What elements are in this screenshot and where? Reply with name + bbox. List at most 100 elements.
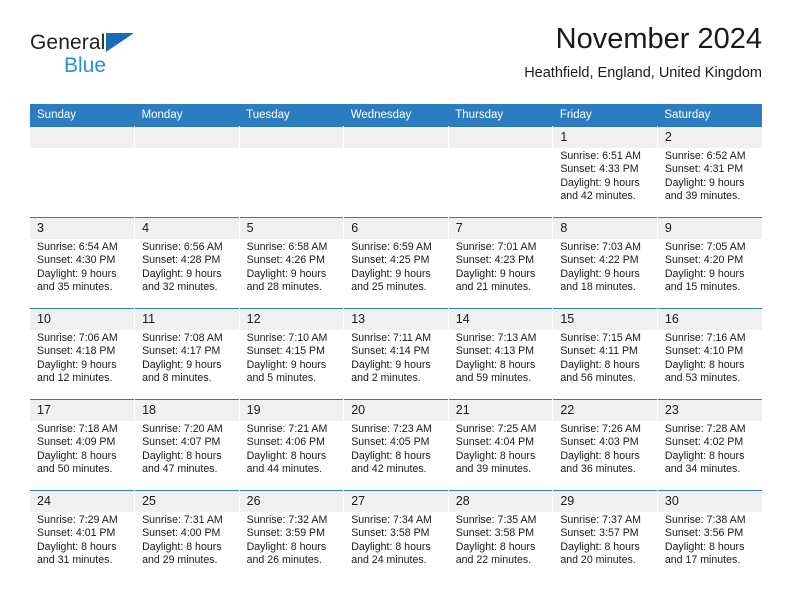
sunset-text: Sunset: 3:58 PM [455,527,535,540]
daylight-text-line1: Daylight: 8 hours [560,358,640,371]
day-cell[interactable]: 16 Sunrise: 7:16 AM Sunset: 4:10 PM Dayl… [657,308,762,400]
sunset-text: Sunset: 4:04 PM [455,436,535,449]
sunset-text: Sunset: 4:17 PM [142,345,221,358]
sunset-text: Sunset: 4:33 PM [560,163,639,176]
day-cell[interactable]: 6 Sunrise: 6:59 AM Sunset: 4:25 PM Dayli… [343,217,449,309]
calendar-week-row: 10 Sunrise: 7:06 AM Sunset: 4:18 PM Dayl… [30,308,762,400]
day-details: Sunrise: 7:21 AM Sunset: 4:06 PM Dayligh… [240,421,344,477]
sunset-text: Sunset: 4:03 PM [560,436,639,449]
calendar-body: 1 Sunrise: 6:51 AM Sunset: 4:33 PM Dayli… [30,126,762,581]
daylight-text-line2: and 44 minutes. [246,463,323,476]
daylight-text-line2: and 50 minutes. [37,463,113,476]
day-number: 6 [344,218,448,239]
day-number: 10 [30,309,135,330]
sunset-text: Sunset: 4:14 PM [351,345,430,358]
sunrise-text: Sunrise: 7:10 AM [246,332,328,344]
day-details: Sunrise: 7:18 AM Sunset: 4:09 PM Dayligh… [30,421,134,477]
day-number [239,127,344,148]
daylight-text-line1: Daylight: 9 hours [37,267,117,280]
day-details: Sunrise: 7:10 AM Sunset: 4:15 PM Dayligh… [240,330,344,386]
sunrise-text: Sunrise: 7:18 AM [37,423,118,435]
daylight-text-line1: Daylight: 8 hours [351,540,431,553]
day-details: Sunrise: 7:23 AM Sunset: 4:05 PM Dayligh… [344,421,448,477]
day-cell[interactable]: 22 Sunrise: 7:26 AM Sunset: 4:03 PM Dayl… [552,399,658,491]
day-cell[interactable]: 21 Sunrise: 7:25 AM Sunset: 4:04 PM Dayl… [448,399,554,491]
sunset-text: Sunset: 4:20 PM [664,254,744,267]
sunrise-text: Sunrise: 7:20 AM [142,423,223,435]
daylight-text-line2: and 20 minutes. [560,554,636,567]
day-cell[interactable]: 7 Sunrise: 7:01 AM Sunset: 4:23 PM Dayli… [448,217,554,309]
daylight-text-line2: and 28 minutes. [246,281,323,294]
day-details: Sunrise: 7:38 AM Sunset: 3:56 PM Dayligh… [658,512,762,568]
day-cell[interactable]: 11 Sunrise: 7:08 AM Sunset: 4:17 PM Dayl… [134,308,240,400]
sunrise-text: Sunrise: 6:54 AM [37,241,118,253]
daylight-text-line2: and 5 minutes. [246,372,317,385]
day-cell[interactable]: 3 Sunrise: 6:54 AM Sunset: 4:30 PM Dayli… [30,217,136,309]
daylight-text-line2: and 8 minutes. [142,372,212,385]
day-cell[interactable]: 19 Sunrise: 7:21 AM Sunset: 4:06 PM Dayl… [239,399,345,491]
sunrise-text: Sunrise: 7:29 AM [37,514,118,526]
day-cell[interactable]: 10 Sunrise: 7:06 AM Sunset: 4:18 PM Dayl… [30,308,136,400]
day-number: 8 [553,218,657,239]
day-cell[interactable]: 30 Sunrise: 7:38 AM Sunset: 3:56 PM Dayl… [657,490,762,581]
day-cell[interactable]: 25 Sunrise: 7:31 AM Sunset: 4:00 PM Dayl… [134,490,240,581]
day-cell[interactable]: 8 Sunrise: 7:03 AM Sunset: 4:22 PM Dayli… [552,217,658,309]
calendar-week-row: 1 Sunrise: 6:51 AM Sunset: 4:33 PM Dayli… [30,126,762,218]
day-cell[interactable]: 1 Sunrise: 6:51 AM Sunset: 4:33 PM Dayli… [552,126,658,218]
day-details: Sunrise: 7:06 AM Sunset: 4:18 PM Dayligh… [30,330,134,386]
column-header-tuesday: Tuesday [239,104,344,127]
brand-logo[interactable]: General Blue [30,32,230,88]
day-cell[interactable]: 26 Sunrise: 7:32 AM Sunset: 3:59 PM Dayl… [239,490,345,581]
day-cell[interactable]: 4 Sunrise: 6:56 AM Sunset: 4:28 PM Dayli… [134,217,240,309]
daylight-text-line2: and 39 minutes. [664,190,741,203]
day-number: 27 [344,491,448,512]
brand-name-general: General [30,31,106,54]
day-cell[interactable]: 23 Sunrise: 7:28 AM Sunset: 4:02 PM Dayl… [657,399,762,491]
sunset-text: Sunset: 4:11 PM [560,345,638,358]
sunrise-text: Sunrise: 6:56 AM [142,241,223,253]
daylight-text-line2: and 17 minutes. [664,554,741,567]
day-cell[interactable]: 12 Sunrise: 7:10 AM Sunset: 4:15 PM Dayl… [239,308,345,400]
sunset-text: Sunset: 4:22 PM [560,254,639,267]
day-cell[interactable]: 5 Sunrise: 6:58 AM Sunset: 4:26 PM Dayli… [239,217,345,309]
day-cell[interactable]: 13 Sunrise: 7:11 AM Sunset: 4:14 PM Dayl… [343,308,449,400]
day-cell[interactable]: 20 Sunrise: 7:23 AM Sunset: 4:05 PM Dayl… [343,399,449,491]
daylight-text-line2: and 53 minutes. [664,372,741,385]
day-cell[interactable]: 28 Sunrise: 7:35 AM Sunset: 3:58 PM Dayl… [448,490,554,581]
day-number: 13 [344,309,448,330]
sunrise-text: Sunrise: 7:06 AM [37,332,118,344]
day-details: Sunrise: 7:08 AM Sunset: 4:17 PM Dayligh… [135,330,239,386]
day-number: 9 [657,218,762,239]
day-number: 17 [30,400,135,421]
sunset-text: Sunset: 3:56 PM [664,527,744,540]
daylight-text-line2: and 26 minutes. [246,554,323,567]
daylight-text-line1: Daylight: 8 hours [246,540,327,553]
day-cell[interactable]: 29 Sunrise: 7:37 AM Sunset: 3:57 PM Dayl… [552,490,658,581]
daylight-text-line1: Daylight: 8 hours [664,540,745,553]
page-subtitle-location: Heathfield, England, United Kingdom [524,65,762,81]
sunrise-text: Sunrise: 7:23 AM [351,423,432,435]
day-cell[interactable]: 27 Sunrise: 7:34 AM Sunset: 3:58 PM Dayl… [343,490,449,581]
daylight-text-line1: Daylight: 9 hours [455,267,536,280]
sunset-text: Sunset: 3:57 PM [560,527,639,540]
day-details: Sunrise: 7:29 AM Sunset: 4:01 PM Dayligh… [30,512,134,568]
day-cell[interactable]: 24 Sunrise: 7:29 AM Sunset: 4:01 PM Dayl… [30,490,136,581]
day-cell[interactable]: 14 Sunrise: 7:13 AM Sunset: 4:13 PM Dayl… [448,308,554,400]
sunrise-text: Sunrise: 7:25 AM [455,423,537,435]
sunset-text: Sunset: 4:18 PM [37,345,116,358]
brand-name-top-line: General [30,32,230,54]
day-cell[interactable]: 9 Sunrise: 7:05 AM Sunset: 4:20 PM Dayli… [657,217,762,309]
day-cell[interactable]: 18 Sunrise: 7:20 AM Sunset: 4:07 PM Dayl… [134,399,240,491]
day-number: 18 [135,400,239,421]
day-cell[interactable]: 17 Sunrise: 7:18 AM Sunset: 4:09 PM Dayl… [30,399,136,491]
calendar-week-row: 24 Sunrise: 7:29 AM Sunset: 4:01 PM Dayl… [30,490,762,581]
day-number: 25 [135,491,239,512]
day-details: Sunrise: 6:58 AM Sunset: 4:26 PM Dayligh… [240,239,344,295]
column-header-saturday: Saturday [657,104,762,127]
day-number: 1 [553,127,657,148]
day-cell[interactable]: 15 Sunrise: 7:15 AM Sunset: 4:11 PM Dayl… [552,308,658,400]
day-number [30,127,135,148]
day-cell[interactable]: 2 Sunrise: 6:52 AM Sunset: 4:31 PM Dayli… [657,126,762,218]
day-number: 4 [135,218,239,239]
day-number: 26 [239,491,344,512]
